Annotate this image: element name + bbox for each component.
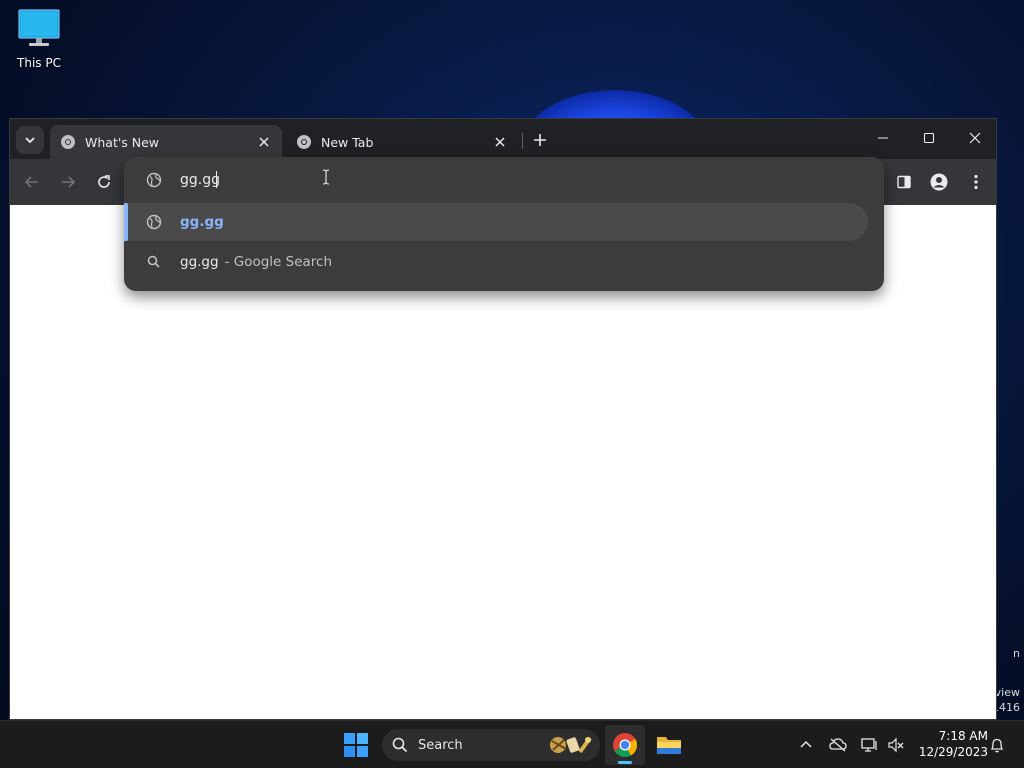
- folder-icon: [657, 737, 681, 754]
- maximize-icon: [923, 132, 935, 144]
- omnibox-input[interactable]: [180, 170, 820, 190]
- taskbar-file-explorer-button[interactable]: [649, 725, 689, 765]
- avatar-icon: [930, 173, 948, 191]
- tab-whats-new[interactable]: What's New: [50, 125, 282, 159]
- plus-icon: [534, 134, 546, 146]
- tab-search-button[interactable]: [16, 126, 44, 154]
- taskbar-clock[interactable]: 7:18 AM 12/29/2023: [912, 728, 988, 760]
- tray-network-button[interactable]: [860, 735, 880, 755]
- taskbar-search[interactable]: Search: [382, 729, 600, 761]
- notifications-button[interactable]: [987, 735, 1007, 755]
- back-button[interactable]: [18, 168, 46, 196]
- tab-new-tab[interactable]: New Tab: [286, 125, 518, 159]
- taskbar-chrome-button[interactable]: [605, 725, 645, 765]
- suggestion-description: - Google Search: [224, 254, 333, 270]
- monitor-icon: [18, 9, 60, 46]
- more-vertical-icon: [974, 174, 978, 190]
- close-icon: [969, 132, 981, 144]
- forward-button[interactable]: [54, 168, 82, 196]
- windows-logo-icon: [344, 733, 368, 757]
- omnibox-dropdown: gg.gg gg.gg - Google Search: [124, 157, 884, 291]
- suggestion-text: gg.gg: [180, 214, 224, 230]
- chrome-favicon-icon: [297, 135, 311, 149]
- arrow-left-icon: [24, 176, 38, 188]
- chevron-down-icon: [25, 137, 35, 144]
- cloud-off-icon: [829, 738, 847, 752]
- tab-strip: What's New New Tab: [10, 119, 996, 159]
- chrome-favicon-icon: [61, 135, 75, 149]
- clock-time: 7:18 AM: [938, 729, 988, 743]
- taskbar: Search 7:18 AM 12/29/2023: [0, 720, 1024, 768]
- volume-muted-icon: [888, 737, 904, 753]
- search-icon: [147, 255, 160, 268]
- watermark-line-1: n: [1013, 647, 1020, 660]
- tray-volume-button[interactable]: [886, 735, 906, 755]
- tab-title: What's New: [85, 134, 160, 150]
- desktop-icon-this-pc[interactable]: This PC: [8, 8, 70, 76]
- search-label: Search: [418, 737, 463, 753]
- arrow-right-icon: [62, 176, 76, 188]
- desktop-icon-label: This PC: [17, 56, 61, 70]
- tab-title: New Tab: [321, 134, 374, 150]
- close-icon: [495, 137, 505, 147]
- reload-icon: [98, 175, 110, 188]
- tray-onedrive-button[interactable]: [828, 735, 848, 755]
- close-icon: [259, 137, 269, 147]
- tab-close-button[interactable]: [256, 134, 272, 150]
- close-window-button[interactable]: [952, 119, 998, 157]
- search-highlight-icon: [550, 736, 592, 754]
- clock-date: 12/29/2023: [918, 745, 988, 759]
- tab-separator: [522, 133, 523, 149]
- ibeam-cursor-icon: [322, 169, 330, 185]
- suggestion-search[interactable]: gg.gg - Google Search: [124, 243, 868, 281]
- suggestion-text: gg.gg: [180, 254, 219, 270]
- suggestion-url[interactable]: gg.gg: [124, 203, 868, 241]
- chevron-up-icon: [800, 740, 812, 748]
- text-caret: [216, 171, 217, 188]
- profile-button[interactable]: [925, 168, 953, 196]
- tray-overflow-button[interactable]: [796, 735, 816, 755]
- minimize-button[interactable]: [860, 119, 906, 157]
- menu-button[interactable]: [962, 168, 990, 196]
- start-button[interactable]: [340, 729, 372, 761]
- omnibox[interactable]: [124, 157, 884, 203]
- watermark-line-2: view: [994, 686, 1020, 699]
- network-icon: [861, 738, 877, 752]
- chrome-icon: [613, 733, 638, 758]
- browser-window: What's New New Tab gg.gg gg.gg gg.gg - G…: [9, 118, 997, 720]
- globe-icon: [146, 172, 162, 188]
- reload-button[interactable]: [90, 168, 118, 196]
- new-tab-button[interactable]: [528, 128, 552, 152]
- side-panel-button[interactable]: [890, 168, 918, 196]
- tab-close-button[interactable]: [492, 134, 508, 150]
- search-icon: [392, 737, 408, 753]
- maximize-button[interactable]: [906, 119, 952, 157]
- bell-icon: [990, 738, 1004, 753]
- side-panel-icon: [897, 175, 911, 189]
- minimize-icon: [878, 137, 888, 139]
- globe-icon: [146, 214, 162, 230]
